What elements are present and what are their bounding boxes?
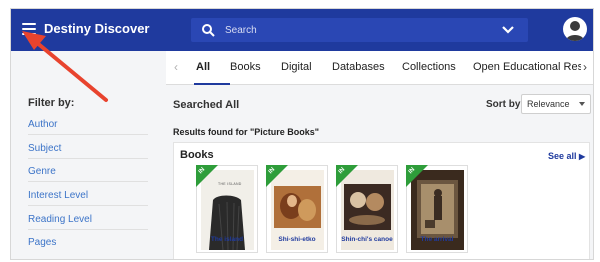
- filter-title: Filter by:: [28, 97, 75, 109]
- tabs-scroll-right-icon[interactable]: ›: [583, 60, 587, 74]
- search-icon: [202, 24, 215, 37]
- sort-label: Sort by:: [486, 99, 524, 110]
- filter-author[interactable]: Author: [28, 119, 148, 130]
- see-all-link[interactable]: See all ▶: [548, 151, 585, 161]
- books-section: Books See all ▶ THE ISLAND IN The island…: [173, 142, 590, 259]
- divider: [28, 181, 148, 182]
- search-input[interactable]: [225, 18, 495, 42]
- category-tabs: ‹ All Books Digital Databases Collection…: [166, 51, 593, 85]
- results-heading: Searched All: [173, 99, 240, 111]
- tab-databases[interactable]: Databases: [332, 61, 385, 73]
- book-title-link[interactable]: Shin-chi's canoe: [336, 236, 398, 243]
- divider: [28, 158, 148, 159]
- book-title-link[interactable]: Shi-shi-etko: [266, 236, 328, 243]
- tab-books[interactable]: Books: [230, 61, 261, 73]
- top-header: Destiny Discover: [11, 9, 593, 51]
- tab-digital[interactable]: Digital: [281, 61, 312, 73]
- app-title: Destiny Discover: [44, 21, 150, 36]
- book-title-link[interactable]: The island: [196, 236, 258, 243]
- chevron-down-icon[interactable]: [501, 24, 515, 36]
- tab-all[interactable]: All: [196, 61, 210, 73]
- caret-down-icon: [579, 102, 585, 106]
- tab-open-educational-resources[interactable]: Open Educational Reso: [473, 61, 581, 73]
- app-window: Destiny Discover ‹ All Books Digital Dat…: [10, 8, 594, 260]
- tabs-scroll-left-icon[interactable]: ‹: [174, 60, 178, 74]
- filter-interest-level[interactable]: Interest Level: [28, 190, 148, 201]
- books-section-title: Books: [180, 149, 214, 161]
- filter-reading-level[interactable]: Reading Level: [28, 214, 148, 225]
- sort-dropdown[interactable]: Relevance: [521, 94, 591, 114]
- book-cover-title: THE ISLAND: [218, 182, 242, 186]
- sort-value: Relevance: [527, 99, 570, 109]
- tab-collections[interactable]: Collections: [402, 61, 456, 73]
- results-found-text: Results found for "Picture Books": [173, 127, 320, 137]
- filter-pages[interactable]: Pages: [28, 237, 148, 248]
- divider: [28, 205, 148, 206]
- divider: [28, 134, 148, 135]
- results-area: Searched All Sort by: Relevance Results …: [166, 85, 593, 259]
- filter-subject[interactable]: Subject: [28, 143, 148, 154]
- see-all-label: See all: [548, 151, 577, 161]
- divider: [28, 229, 148, 230]
- user-avatar-icon[interactable]: [563, 17, 587, 41]
- filter-sidebar: Filter by: Author Subject Genre Interest…: [11, 51, 166, 259]
- filter-genre[interactable]: Genre: [28, 166, 148, 177]
- search-bar[interactable]: [191, 18, 528, 42]
- book-title-link[interactable]: The arrival: [406, 236, 468, 243]
- caret-right-icon: ▶: [579, 152, 586, 161]
- hamburger-menu-icon[interactable]: [22, 23, 36, 35]
